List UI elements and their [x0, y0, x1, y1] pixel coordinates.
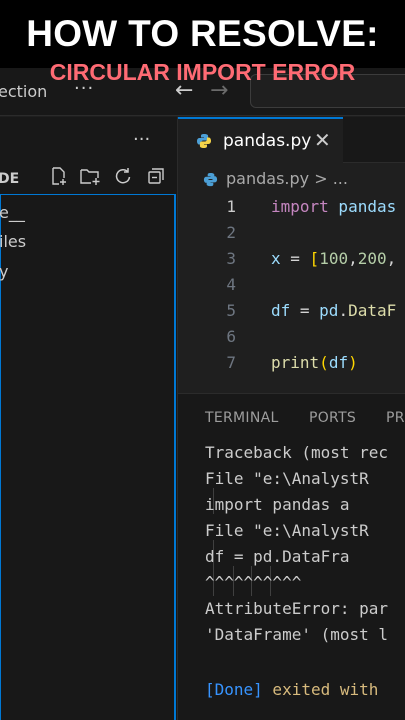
tab-pandas-py[interactable]: pandas.py ✕ [178, 117, 343, 163]
tab-ports[interactable]: PORTS [309, 410, 356, 426]
code-line[interactable]: 2 [178, 223, 405, 249]
new-folder-icon[interactable] [79, 166, 101, 188]
code-token: x [271, 249, 281, 268]
code-token: . [338, 301, 349, 320]
terminal-line: File "e:\AnalystR [205, 521, 369, 540]
code-text: print(df) [271, 353, 358, 372]
code-line[interactable]: 6 [178, 327, 405, 353]
breadcrumb[interactable]: pandas.py > ... [226, 169, 348, 188]
line-number: 7 [226, 353, 236, 372]
bottom-panel: TERMINAL PORTS PRO Traceback (most rec F… [178, 393, 405, 720]
code-token: pandas [328, 197, 397, 216]
code-token: = [290, 301, 320, 320]
close-icon[interactable]: ✕ [314, 128, 331, 152]
code-token: df [328, 353, 349, 372]
terminal-line: 'DataFrame' (most l [205, 625, 389, 644]
terminal-line: import pandas a [205, 495, 350, 514]
line-number: 5 [226, 301, 236, 320]
explorer-more-button[interactable]: ··· [133, 129, 150, 150]
code-line[interactable]: 4 [178, 275, 405, 301]
code-token: pd [319, 301, 339, 320]
code-text: import pandas [271, 197, 396, 216]
code-token: , [386, 249, 397, 268]
line-number: 3 [226, 249, 236, 268]
line-number: 1 [226, 197, 236, 216]
code-token: [ [309, 249, 320, 268]
tab-label: pandas.py [223, 131, 312, 151]
done-label: [Done] [205, 680, 263, 699]
terminal-done-line: [Done] exited with [205, 680, 378, 699]
code-editor[interactable]: pandas.py > ... 1 import pandas 2 3 x = [100… [178, 163, 405, 393]
explorer-sidebar: ··· DE e__ iles y [0, 117, 178, 720]
code-token: DataF [348, 301, 397, 320]
line-number: 6 [226, 327, 236, 346]
tree-item[interactable]: y [0, 262, 8, 281]
breadcrumb-rest: ... [332, 169, 348, 188]
code-token: , [348, 249, 358, 268]
file-tree: e__ iles y [0, 194, 176, 720]
terminal-line: AttributeError: par [205, 599, 389, 618]
terminal-line: ^^^^^^^^^^ [205, 573, 302, 592]
line-number: 2 [226, 223, 236, 242]
python-icon [203, 172, 218, 191]
terminal-line: df = pd.DataFra [205, 547, 350, 566]
tab-problems[interactable]: PRO [386, 410, 405, 426]
code-token: ( [319, 353, 329, 372]
code-line[interactable]: 5 df = pd.DataF [178, 301, 405, 327]
overlay-title: HOW TO RESOLVE: [26, 13, 379, 54]
terminal-line: Traceback (most rec [205, 443, 389, 462]
breadcrumb-separator: > [314, 169, 328, 188]
code-token: df [271, 301, 291, 320]
line-number: 4 [226, 275, 236, 294]
overlay-subtitle: CIRCULAR IMPORT ERROR [49, 59, 356, 85]
tree-item[interactable]: iles [0, 232, 26, 251]
code-token: ) [348, 353, 358, 372]
python-icon [196, 133, 212, 153]
code-token: 200 [357, 249, 387, 268]
editor-tab-bar: pandas.py ✕ [178, 117, 405, 163]
refresh-icon[interactable] [112, 166, 134, 188]
explorer-section-label[interactable]: DE [0, 171, 19, 187]
breadcrumb-file: pandas.py [226, 169, 310, 188]
code-line[interactable]: 3 x = [100,200, [178, 249, 405, 275]
collapse-all-icon[interactable] [145, 166, 167, 188]
code-token: print [271, 353, 320, 372]
code-line[interactable]: 1 import pandas [178, 197, 405, 223]
terminal-line: File "e:\AnalystR [205, 469, 369, 488]
code-token: = [280, 249, 310, 268]
new-file-icon[interactable] [47, 166, 69, 188]
code-text: x = [100,200, [271, 249, 396, 268]
tab-terminal[interactable]: TERMINAL [205, 410, 279, 426]
code-token: import [271, 197, 329, 216]
code-token: 100 [319, 249, 349, 268]
code-line[interactable]: 7 print(df) [178, 353, 405, 379]
tree-item[interactable]: e__ [0, 203, 25, 222]
code-text: df = pd.DataF [271, 301, 396, 320]
exited-label: exited with [262, 680, 379, 699]
